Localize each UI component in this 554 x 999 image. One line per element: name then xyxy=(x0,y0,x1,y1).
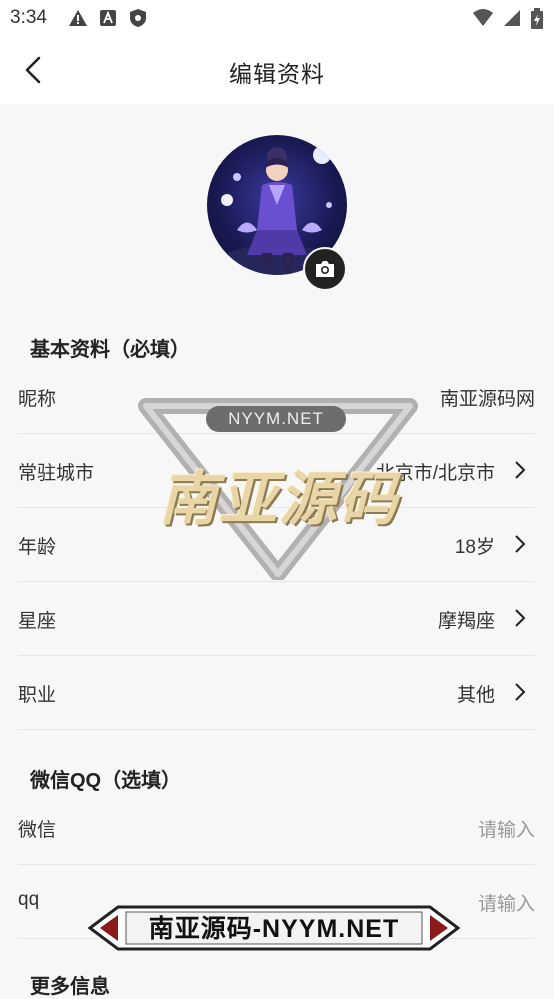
row-wechat[interactable]: 微信 请输入 xyxy=(18,790,535,865)
row-label: 微信 xyxy=(18,820,57,841)
chevron-right-icon xyxy=(515,461,526,479)
row-label: 职业 xyxy=(18,685,57,706)
row-label: 星座 xyxy=(18,611,57,632)
age-value: 18岁 xyxy=(454,537,495,558)
qq-input[interactable]: 请输入 xyxy=(478,889,535,916)
section-title-more: 更多信息 xyxy=(30,976,110,998)
signal-icon xyxy=(504,10,520,26)
battery-icon xyxy=(531,8,543,29)
watermark-banner-text: 南亚源码-NYYM.NET xyxy=(148,915,400,943)
shield-icon xyxy=(130,9,146,27)
watermark-text: 南亚源码 xyxy=(158,467,399,532)
occupation-value: 其他 xyxy=(456,685,495,706)
zodiac-value: 摩羯座 xyxy=(437,611,495,632)
row-label: qq xyxy=(18,889,40,910)
row-label: 昵称 xyxy=(18,389,57,410)
chevron-right-icon xyxy=(515,535,526,553)
avatar-container[interactable] xyxy=(207,135,347,291)
camera-icon xyxy=(316,261,334,277)
section-title-basic: 基本资料（必填） xyxy=(30,339,190,361)
status-time: 3:34 xyxy=(10,7,47,28)
row-label: 常驻城市 xyxy=(18,463,95,484)
header: 编辑资料 xyxy=(0,36,554,104)
chevron-right-icon xyxy=(515,683,526,701)
chevron-right-icon xyxy=(515,609,526,627)
row-zodiac[interactable]: 星座 摩羯座 xyxy=(18,581,535,656)
status-bar: 3:34 xyxy=(0,0,554,36)
app-a-icon xyxy=(100,10,116,26)
page-title: 编辑资料 xyxy=(229,61,325,87)
row-occupation[interactable]: 职业 其他 xyxy=(18,655,535,730)
warning-icon xyxy=(69,10,87,26)
row-label: 年龄 xyxy=(18,537,57,558)
section-title-contact: 微信QQ（选填） xyxy=(30,770,182,792)
wifi-icon xyxy=(473,9,493,26)
watermark-badge: NYYM.NET xyxy=(206,406,346,432)
wechat-input[interactable]: 请输入 xyxy=(478,815,535,842)
change-avatar-button[interactable] xyxy=(303,247,347,291)
nickname-value[interactable]: 南亚源码网 xyxy=(440,384,535,411)
